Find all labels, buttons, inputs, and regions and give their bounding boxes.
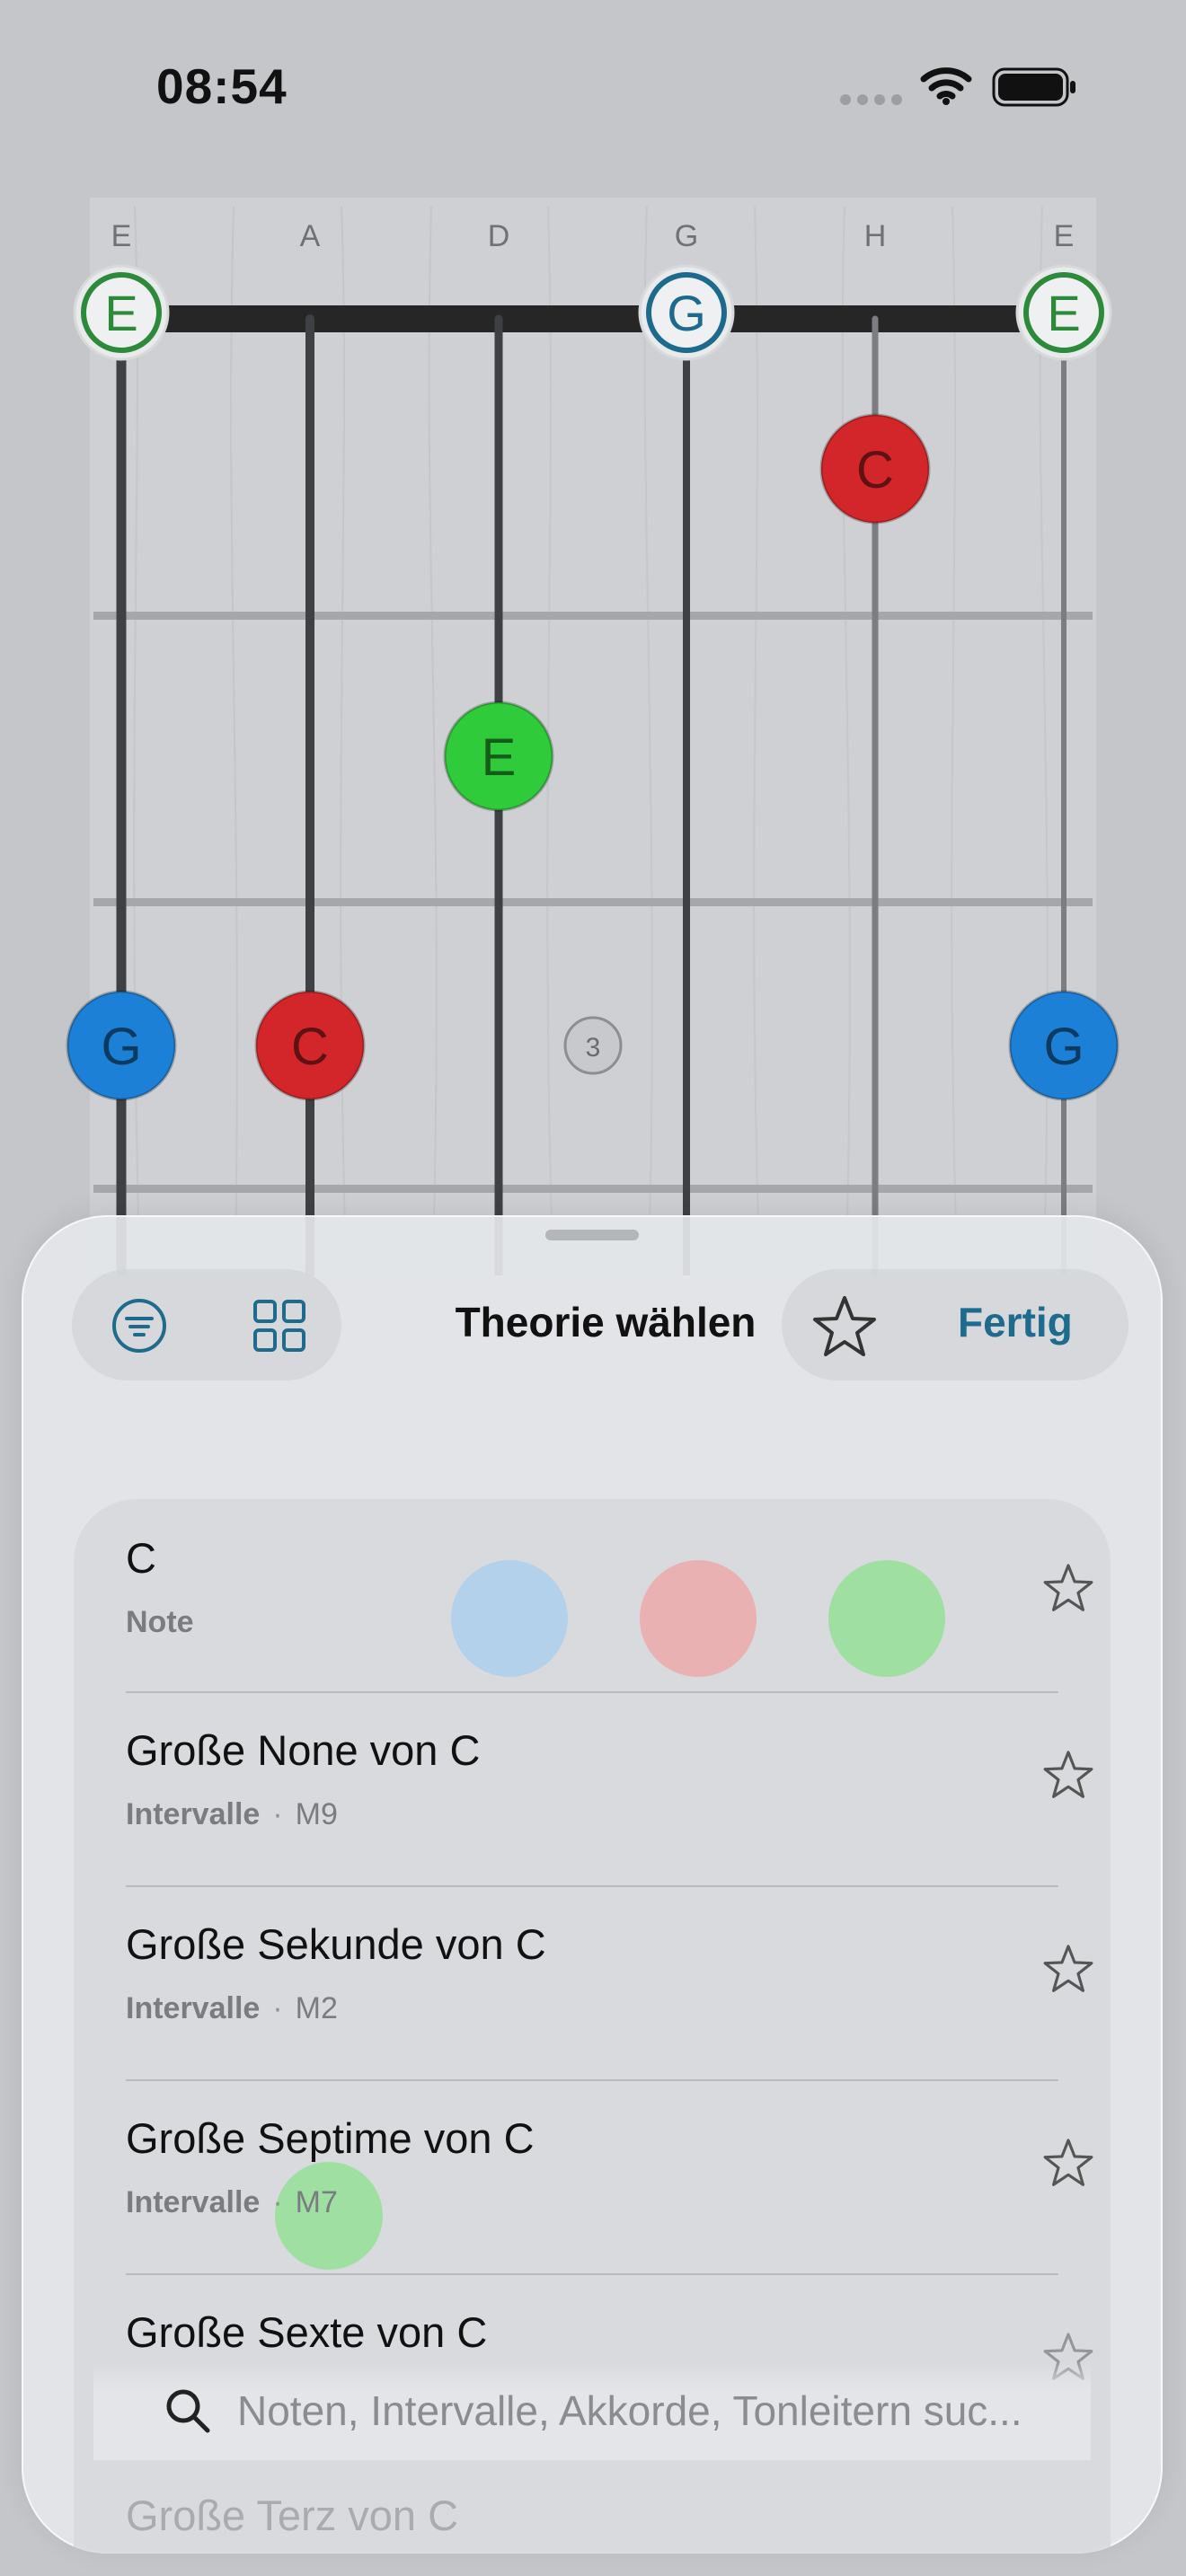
fretted-note[interactable]: C [819, 413, 931, 525]
fret-line-3 [93, 1185, 1093, 1193]
sheet-title: Theorie wählen [455, 1299, 757, 1345]
list-item[interactable]: Große Sekunde von C Intervalle · M2 [126, 1887, 1093, 2081]
fretted-note[interactable]: E [443, 701, 554, 812]
done-button[interactable]: Fertig [958, 1298, 1073, 1346]
note-label: G [1043, 1018, 1084, 1076]
fretted-note[interactable]: C [254, 990, 366, 1101]
string-label: E [1054, 219, 1075, 253]
note-label: G [667, 285, 706, 341]
fret-line-2 [93, 898, 1093, 906]
list-item-subtitle: Intervalle · M2 [126, 1991, 338, 2025]
search-input[interactable]: Noten, Intervalle, Akkorde, Tonleitern s… [237, 2386, 1091, 2435]
note-label: C [856, 441, 894, 499]
theory-picker-sheet: Theorie wählen Fertig C Note Große None … [22, 1215, 1163, 2554]
fret-marker-label: 3 [586, 1033, 601, 1063]
list-item-code: M2 [295, 1991, 338, 2025]
open-string-note[interactable]: E [73, 264, 170, 361]
wifi-icon [920, 65, 972, 110]
list-item-category: Intervalle [126, 1797, 261, 1831]
favorite-star-icon[interactable] [1042, 1562, 1094, 1619]
list-item-title: Große Septime von C [126, 2114, 535, 2162]
list-item-title: C [126, 1534, 156, 1582]
open-string-note[interactable]: E [1015, 264, 1112, 361]
sheet-grabber[interactable] [545, 1230, 639, 1240]
note-label: G [101, 1018, 141, 1076]
note-label: E [482, 728, 517, 787]
list-item-code: M9 [295, 1797, 338, 1831]
list-item[interactable]: C Note [126, 1499, 1093, 1693]
grid-view-button[interactable] [248, 1294, 311, 1357]
nut [120, 305, 1066, 332]
string-label: H [864, 219, 887, 253]
favorite-star-icon[interactable] [1042, 1943, 1094, 1999]
list-item-category: Intervalle [126, 1991, 261, 2025]
list-item-subtitle: Intervalle · M9 [126, 1797, 338, 1831]
favorite-star-icon[interactable] [1042, 2137, 1094, 2193]
string-label: D [488, 219, 510, 253]
list-item-code: M7 [295, 2185, 338, 2219]
fret-line-1 [93, 612, 1093, 620]
favorites-button[interactable] [809, 1291, 881, 1363]
string-label: A [300, 219, 321, 253]
status-bar: 08:54 [0, 0, 1186, 171]
list-item-title: Große Sexte von C [126, 2308, 488, 2356]
note-label: E [1047, 285, 1080, 341]
string-label: G [675, 219, 698, 253]
star-icon [813, 1296, 876, 1356]
list-item-faded: Große Terz von C [126, 2492, 459, 2539]
status-time: 08:54 [156, 58, 288, 114]
list-item-title: Große None von C [126, 1726, 481, 1774]
filter-button[interactable] [108, 1294, 171, 1357]
list-item-category: Note [126, 1605, 194, 1639]
fretted-note[interactable]: G [66, 990, 177, 1101]
open-string-note[interactable]: G [638, 264, 735, 361]
more-dots-icon [839, 93, 902, 110]
note-label: E [104, 285, 137, 341]
list-item-category: Intervalle [126, 2185, 261, 2219]
fretboard: E A D G H E 3 E G E C E G C G [66, 198, 1120, 1275]
string-label: E [111, 219, 132, 253]
search-bar[interactable]: Noten, Intervalle, Akkorde, Tonleitern s… [93, 2361, 1091, 2460]
list-item[interactable]: Große Septime von C Intervalle · M7 [126, 2081, 1093, 2275]
filter-icon [112, 1299, 166, 1353]
list-item[interactable]: Große None von C Intervalle · M9 [126, 1693, 1093, 1887]
grid-icon [253, 1300, 305, 1352]
fretted-note[interactable]: G [1008, 990, 1120, 1101]
note-label: C [291, 1018, 329, 1076]
list-item-subtitle: Intervalle · M7 [126, 2185, 338, 2219]
search-icon [166, 2389, 210, 2433]
list-item-title: Große Sekunde von C [126, 1920, 546, 1968]
battery-icon [992, 66, 1078, 112]
favorite-star-icon[interactable] [1042, 1749, 1094, 1805]
